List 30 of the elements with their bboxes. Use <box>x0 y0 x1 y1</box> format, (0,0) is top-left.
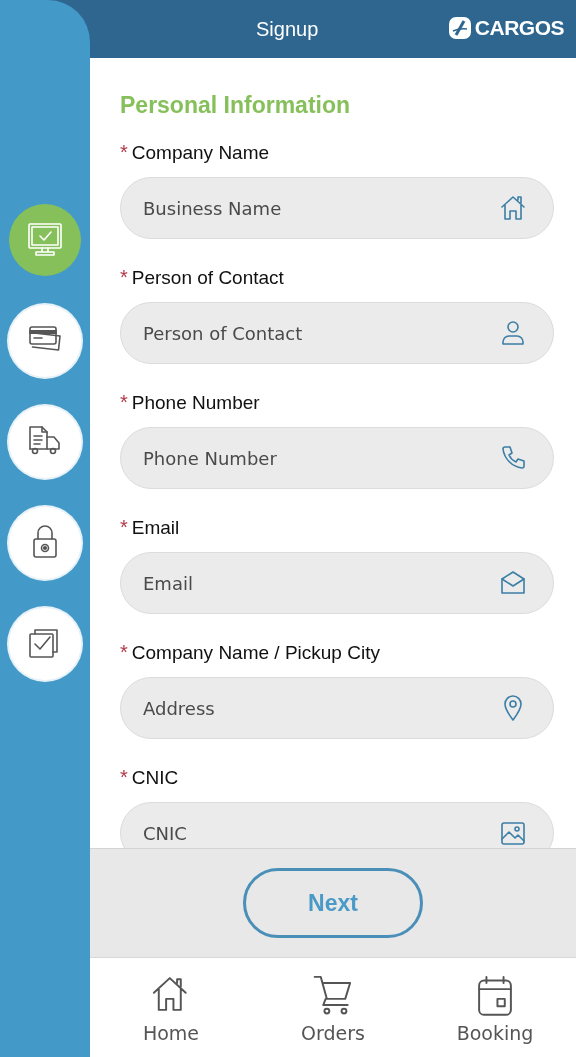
input-field[interactable]: Business Name <box>120 177 554 239</box>
step-button[interactable] <box>9 608 81 680</box>
input-field[interactable]: Phone Number <box>120 427 554 489</box>
nav-tab[interactable]: Home <box>90 958 252 1057</box>
step-button[interactable] <box>9 507 81 579</box>
step-button[interactable] <box>9 305 81 377</box>
field-label: Company Name <box>131 141 270 165</box>
logo-text: CARGOS <box>474 16 564 40</box>
input-field[interactable]: CNIC <box>120 802 554 848</box>
field-label: Phone Number <box>131 391 260 415</box>
nav-tab[interactable]: Orders <box>252 958 414 1057</box>
required-marker: * <box>120 265 128 289</box>
required-marker: * <box>120 140 128 164</box>
required-marker: * <box>120 390 128 414</box>
input-field[interactable]: Address <box>120 677 554 739</box>
field-label: Company Name / Pickup City <box>131 641 380 665</box>
field-label: Person of Contact <box>131 266 284 290</box>
field-label: Email <box>131 516 180 540</box>
required-marker: * <box>120 765 128 789</box>
required-marker: * <box>120 640 128 664</box>
logo-icon <box>447 16 472 40</box>
nav-tab[interactable]: Booking <box>414 958 576 1057</box>
required-marker: * <box>120 515 128 539</box>
input-field[interactable]: Email <box>120 552 554 614</box>
field-label: CNIC <box>131 766 179 790</box>
section-title: Personal Information <box>120 91 352 120</box>
house-icon <box>498 193 528 223</box>
screen-title: Signup <box>256 17 319 41</box>
input-field[interactable]: Person of Contact <box>120 302 554 364</box>
step-button[interactable] <box>9 406 81 478</box>
